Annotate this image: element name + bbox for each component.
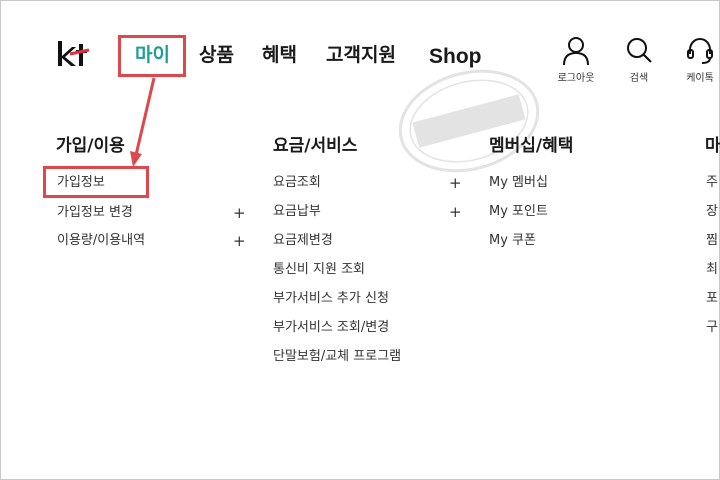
annotation-arrow [130, 77, 156, 167]
